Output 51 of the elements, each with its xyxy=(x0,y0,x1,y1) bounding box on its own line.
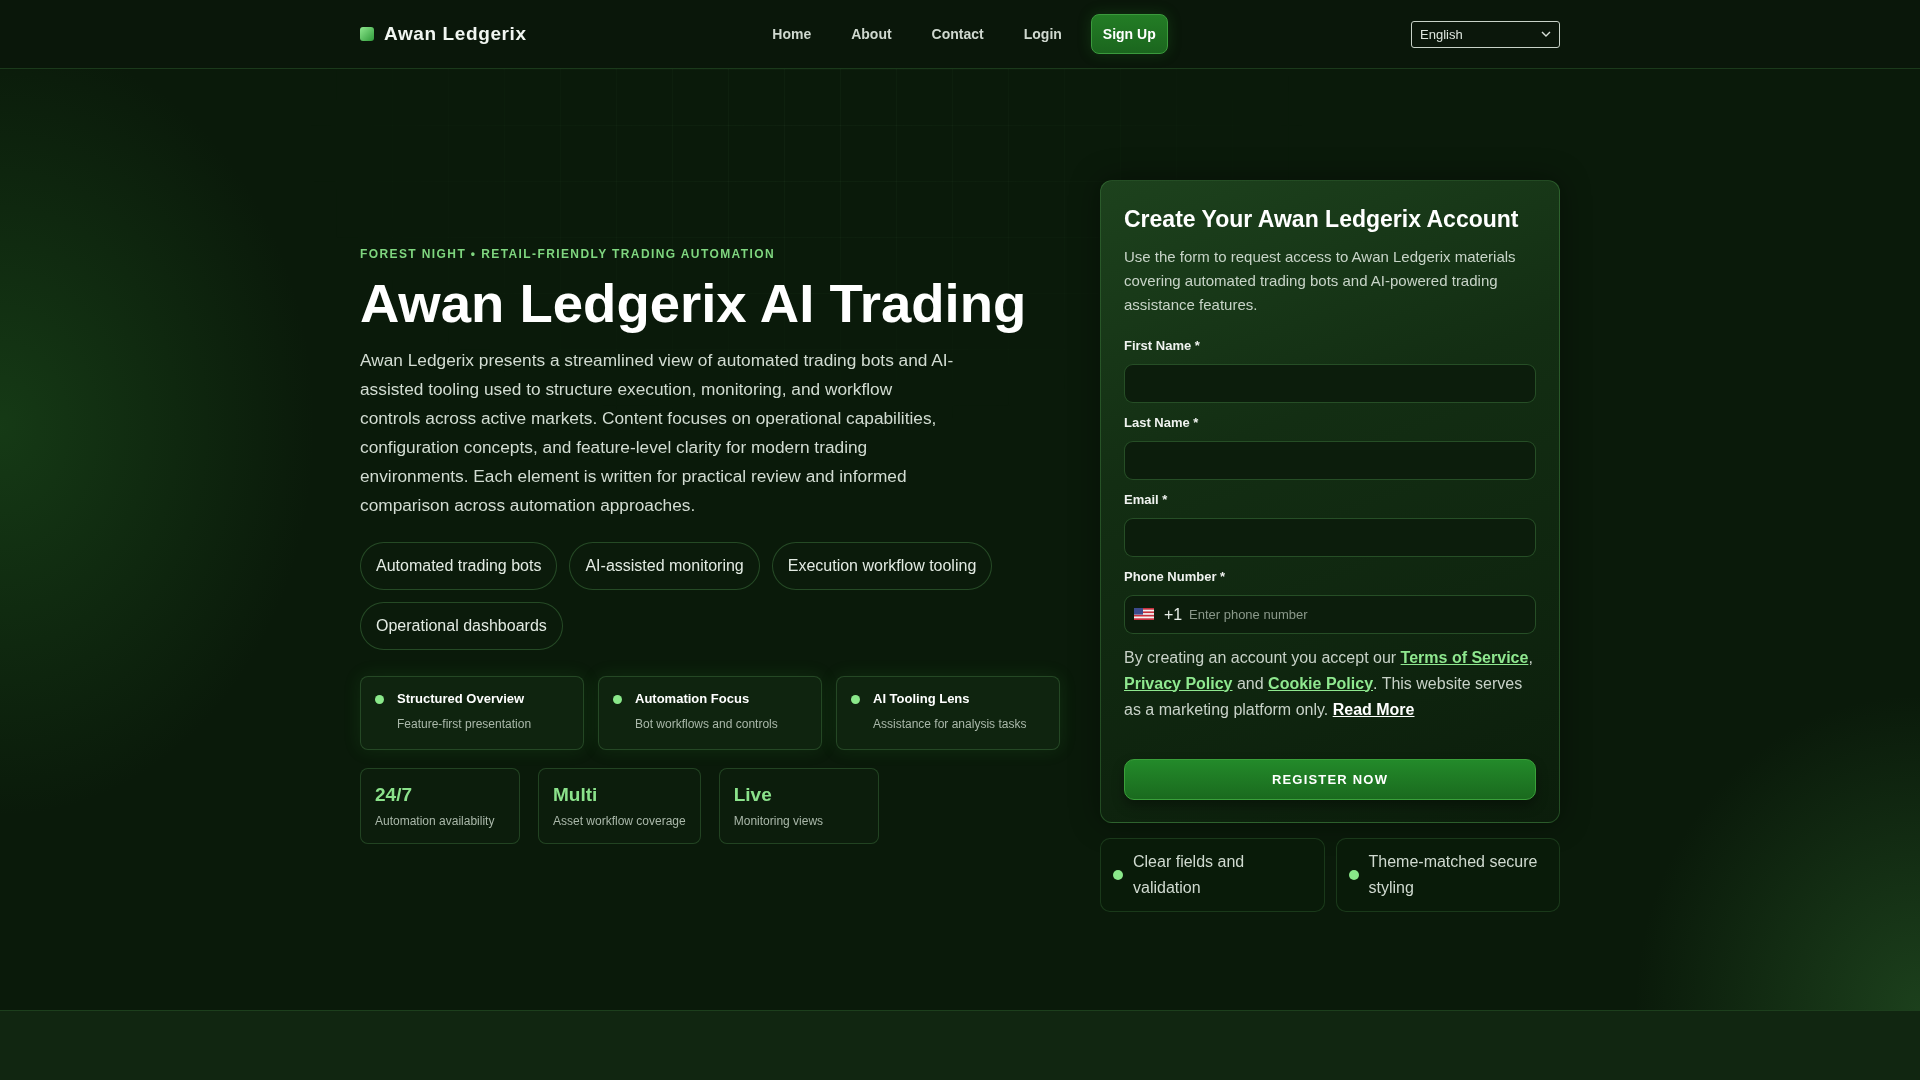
stat-value: Multi xyxy=(553,782,599,807)
feature-tag: Operational dashboards xyxy=(360,601,563,650)
input-field[interactable] xyxy=(1124,440,1536,480)
feature-tag: AI-assisted monitoring xyxy=(569,541,760,590)
nav-link[interactable]: About xyxy=(831,18,912,50)
highlight-text: Theme-matched secure styling xyxy=(1368,851,1539,898)
policy-link[interactable]: Cookie Policy xyxy=(1268,674,1374,692)
dot-icon xyxy=(1348,869,1359,880)
field-label: Last Name * xyxy=(1124,414,1200,431)
form-description: Use the form to request access to Awan Ledgerix materials covering automated trading bots and AI-powered trading assistance features. xyxy=(1124,246,1517,315)
feature-subtitle: Bot workflows and controls xyxy=(635,716,779,731)
nav-link[interactable]: Home xyxy=(752,18,832,50)
dot-icon xyxy=(1113,869,1123,880)
language-select[interactable]: English xyxy=(1411,20,1560,48)
hero-description: Awan Ledgerix presents a streamlined view of automated trading bots and AI-assisted tooling used to structure execution, monitoring, and workflow controls across active markets. Content focuses on operational capabilities, configuration concepts, and feature-level clarity for modern trading environments. Each element is written for practical review and informed comparison across automation approaches. xyxy=(360,348,955,517)
feature-title: AI Tooling Lens xyxy=(873,690,971,707)
input-field[interactable] xyxy=(1124,517,1536,557)
feature-tag: Execution workflow tooling xyxy=(771,541,993,590)
dot-icon xyxy=(851,694,860,704)
feature-subtitle: Assistance for analysis tasks xyxy=(873,716,1028,731)
nav-link[interactable]: Login xyxy=(1003,18,1082,50)
feature-title: Structured Overview xyxy=(397,690,526,707)
eyebrow-text: FOREST NIGHT • RETAIL-FRIENDLY TRADING AUTOMATION xyxy=(360,247,777,262)
dot-icon xyxy=(375,694,384,704)
hero-title: Awan Ledgerix AI Trading xyxy=(360,273,1028,336)
signup-button[interactable]: Sign Up xyxy=(1090,14,1168,54)
stat-label: Monitoring views xyxy=(733,812,825,829)
dot-icon xyxy=(613,694,622,704)
chevron-down-icon xyxy=(1541,31,1551,37)
feature-subtitle: Feature-first presentation xyxy=(397,716,533,731)
policy-link[interactable]: Privacy Policy xyxy=(1124,674,1233,692)
field-label: Email * xyxy=(1124,491,1169,508)
stat-label: Asset workflow coverage xyxy=(553,812,686,829)
field-label: First Name * xyxy=(1124,337,1201,354)
country-code: +1 xyxy=(1164,604,1183,624)
feature-title: Automation Focus xyxy=(635,690,751,707)
logo-icon xyxy=(360,27,374,41)
stat-value: 24/7 xyxy=(375,782,413,807)
highlight-text: Clear fields and validation xyxy=(1133,851,1246,898)
consent-text: By creating an account you accept our Terms of Service, Privacy Policy and Cookie Policy. This website serves as a marketing platform only. Read More xyxy=(1124,647,1534,720)
stat-value: Live xyxy=(733,782,773,807)
brand-name: Awan Ledgerix xyxy=(384,23,527,45)
field-label: Phone Number * xyxy=(1124,568,1227,585)
register-button[interactable]: REGISTER NOW xyxy=(1124,758,1536,800)
form-title: Create Your Awan Ledgerix Account xyxy=(1124,204,1520,233)
feature-tag: Automated trading bots xyxy=(360,541,558,590)
input-field[interactable] xyxy=(1124,363,1536,403)
read-more-link[interactable]: Read More xyxy=(1332,700,1415,718)
stat-label: Automation availability xyxy=(375,812,496,829)
policy-link[interactable]: Terms of Service xyxy=(1400,648,1529,666)
nav-link[interactable]: Contact xyxy=(911,18,1004,50)
